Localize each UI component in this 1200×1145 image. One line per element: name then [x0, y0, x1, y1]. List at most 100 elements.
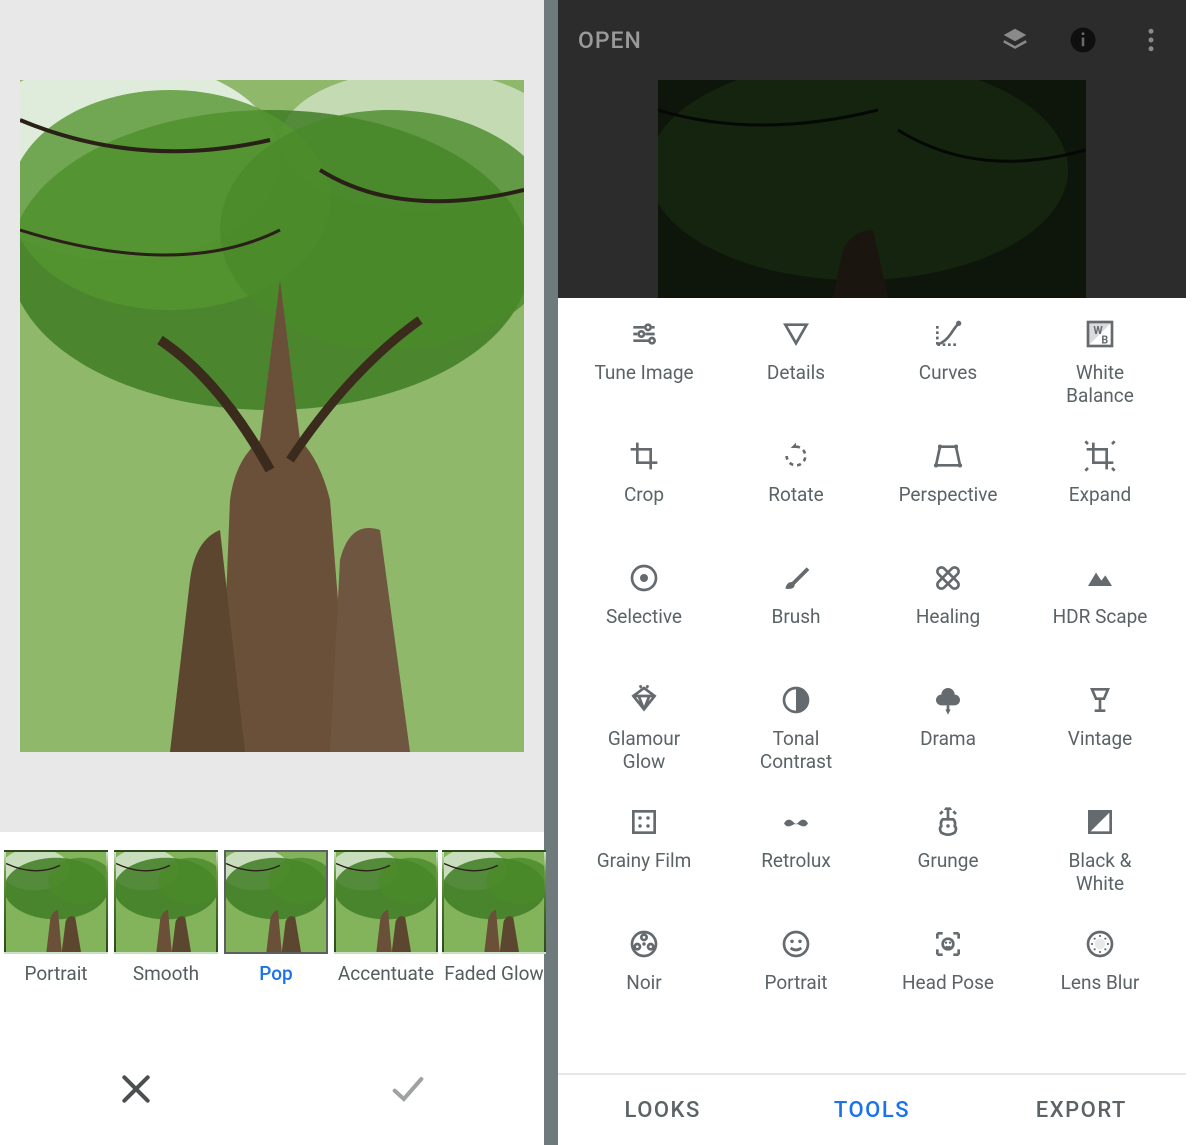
- tool-label: Curves: [915, 362, 981, 385]
- tools-grid: Tune Image Details Curves WhiteBalance C…: [558, 298, 1186, 1073]
- headpose-icon: [930, 926, 966, 962]
- diamond-icon: [626, 682, 662, 718]
- perspective-icon: [930, 438, 966, 474]
- tool-glamour-glow[interactable]: GlamourGlow: [568, 678, 720, 800]
- preview-area: [0, 0, 544, 832]
- tool-noir[interactable]: Noir: [568, 922, 720, 1044]
- aperture-icon: [1082, 926, 1118, 962]
- filter-label: Pop: [259, 962, 292, 985]
- tool-label: Retrolux: [757, 850, 835, 873]
- tool-brush[interactable]: Brush: [720, 556, 872, 678]
- guitar-icon: [930, 804, 966, 840]
- filter-strip: Portrait Smooth Pop Accentuate: [0, 832, 544, 1032]
- tool-label: Head Pose: [898, 972, 998, 995]
- tool-white-balance[interactable]: WhiteBalance: [1024, 312, 1176, 434]
- tool-curves[interactable]: Curves: [872, 312, 1024, 434]
- tool-label: Healing: [912, 606, 984, 629]
- tool-perspective[interactable]: Perspective: [872, 434, 1024, 556]
- tool-label: TonalContrast: [756, 728, 836, 774]
- filter-thumb: [224, 850, 328, 954]
- filter-label: Faded Glow: [444, 962, 543, 985]
- tool-tonal-contrast[interactable]: TonalContrast: [720, 678, 872, 800]
- tool-label: Brush: [767, 606, 824, 629]
- filter-thumb: [4, 850, 108, 954]
- tool-label: Black &White: [1065, 850, 1136, 896]
- brush-icon: [778, 560, 814, 596]
- tool-head-pose[interactable]: Head Pose: [872, 922, 1024, 1044]
- tool-label: Portrait: [760, 972, 831, 995]
- tool-label: Selective: [602, 606, 686, 629]
- filter-thumb: [114, 850, 218, 954]
- tool-vintage[interactable]: Vintage: [1024, 678, 1176, 800]
- cancel-button[interactable]: [0, 1032, 272, 1145]
- tree-illustration-dim: [658, 80, 1086, 298]
- tool-grunge[interactable]: Grunge: [872, 800, 1024, 922]
- tool-retrolux[interactable]: Retrolux: [720, 800, 872, 922]
- tool-label: Drama: [916, 728, 980, 751]
- tool-label: Noir: [622, 972, 665, 995]
- tool-drama[interactable]: Drama: [872, 678, 1024, 800]
- filter-label: Portrait: [24, 962, 87, 985]
- editor-preview-dim: [658, 80, 1086, 298]
- tool-lens-blur[interactable]: Lens Blur: [1024, 922, 1176, 1044]
- tool-label: Details: [763, 362, 829, 385]
- tool-rotate[interactable]: Rotate: [720, 434, 872, 556]
- tab-tools[interactable]: TOOLS: [767, 1075, 976, 1145]
- target-icon: [626, 560, 662, 596]
- bottom-tabs: LOOKS TOOLS EXPORT: [558, 1073, 1186, 1145]
- editor-topbar: OPEN: [558, 0, 1186, 80]
- layers-icon[interactable]: [1000, 25, 1030, 55]
- looks-panel: Portrait Smooth Pop Accentuate: [0, 0, 558, 1145]
- filter-thumb: [334, 850, 438, 954]
- tab-looks[interactable]: LOOKS: [558, 1075, 767, 1145]
- filter-label: Smooth: [133, 962, 199, 985]
- bandage-icon: [930, 560, 966, 596]
- tool-crop[interactable]: Crop: [568, 434, 720, 556]
- tool-grainy-film[interactable]: Grainy Film: [568, 800, 720, 922]
- tonal-icon: [778, 682, 814, 718]
- tool-label: WhiteBalance: [1062, 362, 1138, 408]
- tool-label: Lens Blur: [1057, 972, 1144, 995]
- face-icon: [778, 926, 814, 962]
- confirm-button[interactable]: [272, 1032, 544, 1145]
- filter-label: Accentuate: [338, 962, 434, 985]
- tools-panel: OPEN: [558, 0, 1186, 1145]
- curves-icon: [930, 316, 966, 352]
- tool-expand[interactable]: Expand: [1024, 434, 1176, 556]
- tool-label: GlamourGlow: [604, 728, 684, 774]
- sliders-icon: [626, 316, 662, 352]
- more-icon[interactable]: [1136, 25, 1166, 55]
- tool-black-white[interactable]: Black &White: [1024, 800, 1176, 922]
- info-icon[interactable]: [1068, 25, 1098, 55]
- tool-label: Expand: [1065, 484, 1135, 507]
- tool-label: Crop: [620, 484, 668, 507]
- tool-tune-image[interactable]: Tune Image: [568, 312, 720, 434]
- editor-top: OPEN: [558, 0, 1186, 298]
- tool-selective[interactable]: Selective: [568, 556, 720, 678]
- lamp-icon: [1082, 682, 1118, 718]
- triangle-down-icon: [778, 316, 814, 352]
- filmframe-icon: [626, 804, 662, 840]
- preview-image[interactable]: [20, 80, 524, 752]
- filter-accentuate[interactable]: Accentuate: [334, 850, 438, 985]
- mountain-icon: [1082, 560, 1118, 596]
- cloud-icon: [930, 682, 966, 718]
- expand-icon: [1082, 438, 1118, 474]
- looks-actions: [0, 1032, 544, 1145]
- check-icon: [388, 1069, 428, 1109]
- tab-export[interactable]: EXPORT: [977, 1075, 1186, 1145]
- tool-label: Tune Image: [590, 362, 697, 385]
- open-button[interactable]: OPEN: [578, 27, 642, 54]
- filter-pop[interactable]: Pop: [224, 850, 328, 985]
- tool-portrait[interactable]: Portrait: [720, 922, 872, 1044]
- tool-healing[interactable]: Healing: [872, 556, 1024, 678]
- filter-smooth[interactable]: Smooth: [114, 850, 218, 985]
- filter-faded-glow[interactable]: Faded Glow: [444, 850, 544, 985]
- tool-label: Grainy Film: [593, 850, 696, 873]
- filter-portrait[interactable]: Portrait: [4, 850, 108, 985]
- filter-thumb: [442, 850, 546, 954]
- tool-hdr-scape[interactable]: HDR Scape: [1024, 556, 1176, 678]
- rotate-icon: [778, 438, 814, 474]
- tool-label: Perspective: [895, 484, 1002, 507]
- tool-details[interactable]: Details: [720, 312, 872, 434]
